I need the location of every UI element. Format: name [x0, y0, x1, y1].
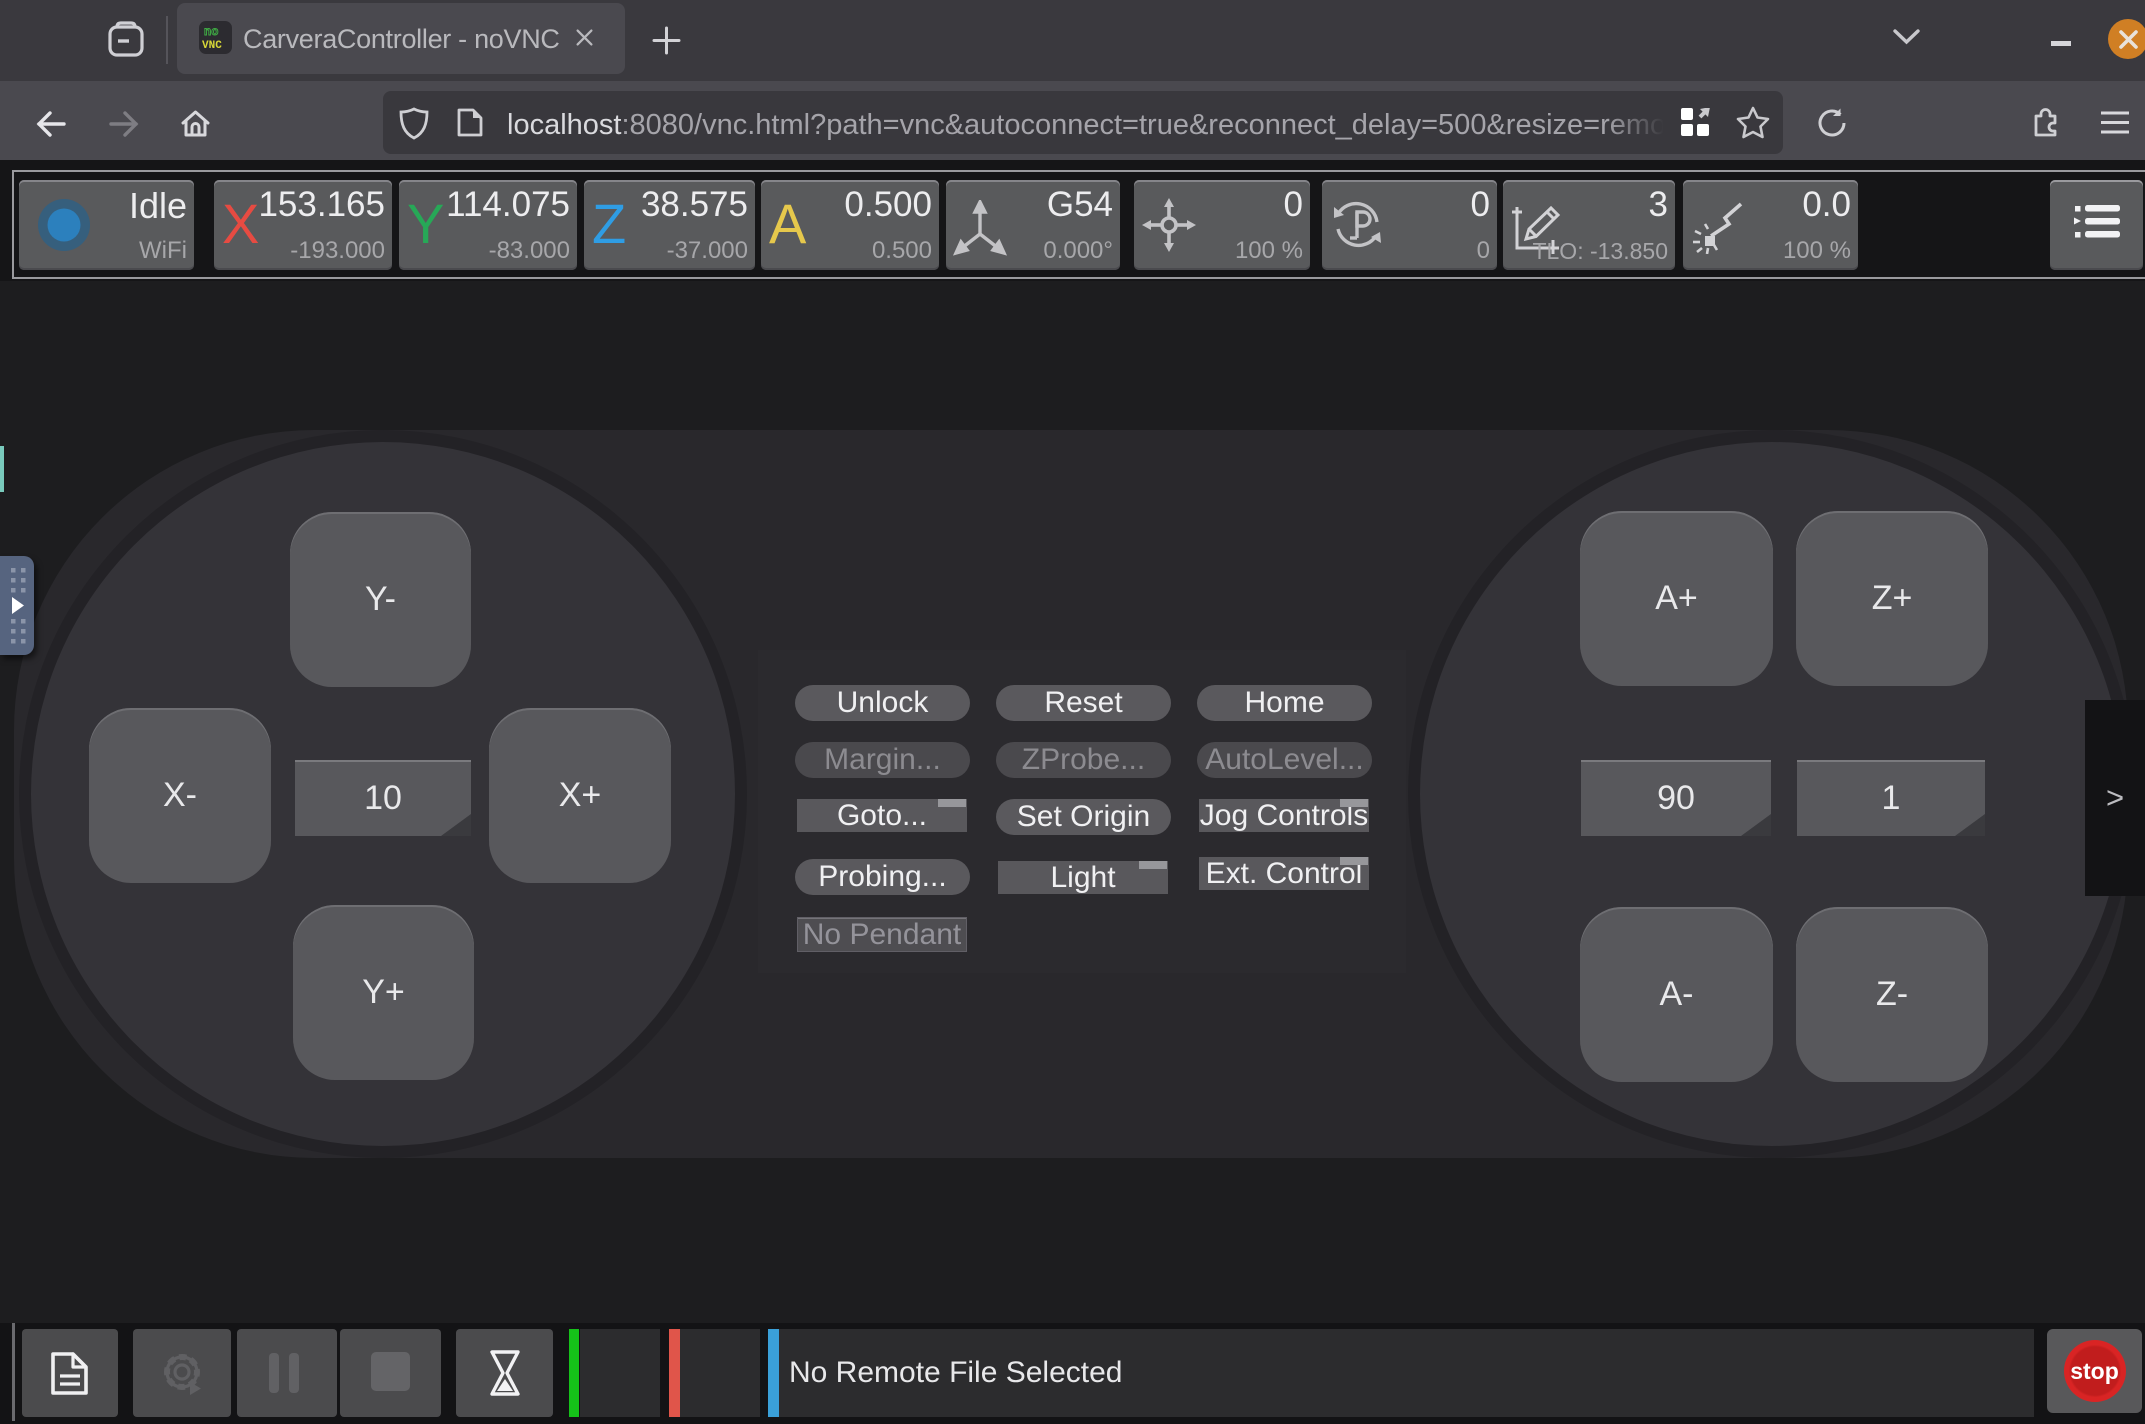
svg-text:no: no — [204, 25, 218, 39]
svg-text:VNC: VNC — [202, 40, 222, 52]
